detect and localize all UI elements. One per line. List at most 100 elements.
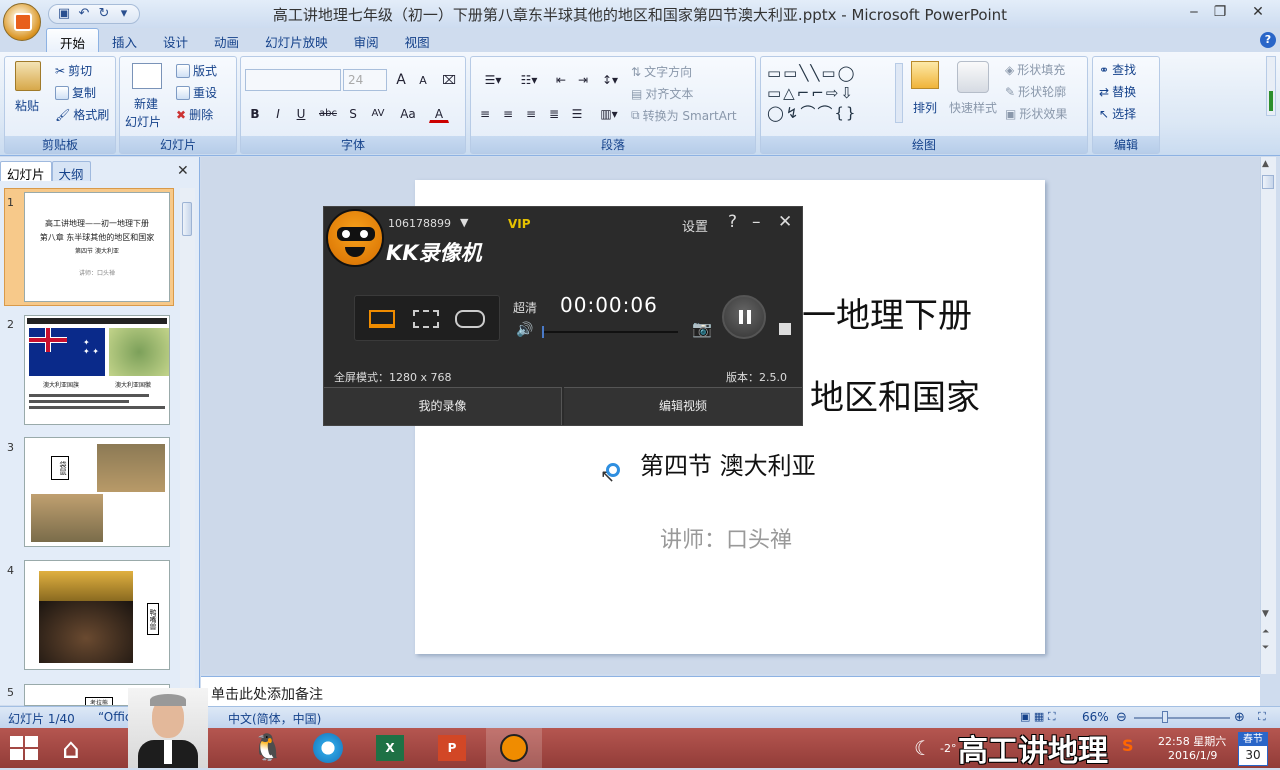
home-icon[interactable]: ⌂ <box>62 732 80 765</box>
powerpoint-taskbar-icon[interactable]: P <box>424 728 480 768</box>
thumbnail-scroll-thumb[interactable] <box>182 202 192 236</box>
copy-button[interactable]: 复制 <box>55 84 96 101</box>
font-size-combo[interactable]: 24 <box>343 69 387 91</box>
increase-indent-icon[interactable]: ⇥ <box>573 69 593 89</box>
calendar-widget[interactable]: 春节 30 <box>1238 732 1268 766</box>
align-text-button[interactable]: ▤ 对齐文本 <box>631 85 693 102</box>
slideshow-view-icon[interactable]: ⛶ <box>1048 710 1056 723</box>
save-icon[interactable]: ▣ <box>57 7 71 21</box>
underline-button[interactable]: U <box>291 103 311 123</box>
close-button[interactable]: ✕ <box>1240 2 1276 22</box>
kk-recorder-taskbar-icon[interactable] <box>486 728 542 768</box>
zoom-level[interactable]: 66% <box>1082 710 1109 724</box>
tab-view[interactable]: 视图 <box>392 28 443 52</box>
browser-taskbar-icon[interactable] <box>300 728 356 768</box>
shapes-gallery-icon[interactable]: ▭▭╲╲▭◯ ▭△⌐⌐⇨⇩ ◯↯⌒⌒{} <box>767 63 893 123</box>
font-name-combo[interactable] <box>245 69 341 91</box>
align-center-icon[interactable]: ≡ <box>498 103 518 123</box>
sogou-ime-icon[interactable]: S <box>1122 736 1134 755</box>
kk-settings-button[interactable]: 设置 <box>682 216 708 235</box>
cut-button[interactable]: ✂ 剪切 <box>55 62 92 79</box>
region-mode-icon[interactable] <box>413 310 439 328</box>
shape-fill-button[interactable]: ◈ 形状填充 <box>1005 61 1065 78</box>
layout-button[interactable]: 版式 <box>176 62 217 79</box>
prev-slide-icon[interactable]: ⏶ <box>1262 627 1269 637</box>
shapes-scroll[interactable] <box>895 63 903 123</box>
tab-slides[interactable]: 幻灯片 <box>0 161 52 182</box>
line-spacing-icon[interactable]: ↕▾ <box>595 69 625 89</box>
tab-review[interactable]: 审阅 <box>341 28 392 52</box>
scroll-down-icon[interactable]: ▼ <box>1262 609 1269 619</box>
arrange-button[interactable]: 排列 <box>913 99 937 116</box>
thumbnail-2[interactable]: ✦ ✦ ✦ 澳大利亚国旗 澳大利亚国徽 <box>24 315 170 425</box>
smartart-button[interactable]: ⧉ 转换为 SmartArt <box>631 107 737 124</box>
slide-scroll-thumb[interactable] <box>1262 175 1274 189</box>
zoom-in-icon[interactable]: ⊕ <box>1234 710 1245 725</box>
office-button[interactable] <box>3 3 41 41</box>
char-spacing-button[interactable]: AV <box>365 103 391 123</box>
zoom-slider-thumb[interactable] <box>1162 711 1168 723</box>
panel-close-icon[interactable]: ✕ <box>177 163 189 179</box>
clock-time[interactable]: 22:58 星期六 <box>1158 733 1226 749</box>
kk-recorder-window[interactable]: 106178899 ▼ VIP 设置 ? – ✕ KK录像机 超清 🔊 00:0… <box>323 206 803 426</box>
help-icon[interactable]: ? <box>1260 32 1276 48</box>
kk-user-dropdown-icon[interactable]: ▼ <box>460 216 468 229</box>
paste-icon[interactable] <box>15 61 41 91</box>
volume-slider[interactable] <box>542 326 678 338</box>
kk-quality[interactable]: 超清 <box>513 299 537 316</box>
format-painter-button[interactable]: 🖌 格式刷 <box>55 106 109 123</box>
find-button[interactable]: ⚭ 查找 <box>1099 61 1136 78</box>
replace-button[interactable]: ⇄ 替换 <box>1099 83 1136 100</box>
distributed-icon[interactable]: ☰ <box>567 103 587 123</box>
slide-subtitle[interactable]: 第四节 澳大利亚 <box>640 446 816 481</box>
minimize-button[interactable]: ‒ <box>1180 2 1208 22</box>
strikethrough-button[interactable]: abc <box>315 103 341 123</box>
italic-button[interactable]: I <box>268 103 288 123</box>
thumbnail-1[interactable]: 高工讲地理——初一地理下册 第八章 东半球其他的地区和国家 第四节 澳大利亚 讲… <box>24 192 170 302</box>
bold-button[interactable]: B <box>245 103 265 123</box>
qq-taskbar-icon[interactable]: 🐧 <box>240 728 296 768</box>
paste-button[interactable]: 粘贴 <box>15 97 39 114</box>
justify-icon[interactable]: ≣ <box>544 103 564 123</box>
grow-font-button[interactable]: A <box>391 69 411 89</box>
reset-button[interactable]: 重设 <box>176 84 217 101</box>
fullscreen-mode-icon[interactable] <box>369 310 395 328</box>
shape-outline-button[interactable]: ✎ 形状轮廓 <box>1005 83 1066 100</box>
arrange-icon[interactable] <box>911 61 939 89</box>
text-direction-button[interactable]: ⇅ 文字方向 <box>631 63 692 80</box>
notes-pane[interactable]: 单击此处添加备注 <box>201 676 1260 706</box>
slide-title-line1[interactable]: 一地理下册 <box>802 288 972 337</box>
tab-design[interactable]: 设计 <box>150 28 201 52</box>
redo-icon[interactable]: ↻ <box>97 7 111 21</box>
slide-lecturer[interactable]: 讲师：口头禅 <box>660 522 792 554</box>
normal-view-icon[interactable]: ▣ <box>1020 710 1030 723</box>
new-slide-icon[interactable] <box>132 63 162 89</box>
slide-title-line2[interactable]: 地区和国家 <box>810 370 980 419</box>
select-button[interactable]: ↖ 选择 <box>1099 105 1136 122</box>
ribbon-scroll-thumb[interactable] <box>1269 91 1273 111</box>
clock-date[interactable]: 2016/1/9 <box>1168 749 1217 762</box>
bullets-icon[interactable]: ☰▾ <box>475 69 511 89</box>
language[interactable]: 中文(简体，中国) <box>228 710 321 727</box>
align-left-icon[interactable]: ≡ <box>475 103 495 123</box>
thumbnail-4[interactable]: 鸭嘴兽 <box>24 560 170 670</box>
quick-styles-button[interactable]: 快速样式 <box>949 99 997 116</box>
sorter-view-icon[interactable]: ▦ <box>1034 710 1044 723</box>
shadow-button[interactable]: S <box>343 103 363 123</box>
delete-button[interactable]: ✖ 删除 <box>176 106 213 123</box>
undo-icon[interactable]: ↶ <box>77 7 91 21</box>
kk-help-button[interactable]: ? <box>728 212 737 232</box>
columns-icon[interactable]: ▥▾ <box>595 103 623 123</box>
theme-name[interactable]: “Offic <box>98 710 131 724</box>
scroll-up-icon[interactable]: ▲ <box>1262 159 1269 169</box>
zoom-slider[interactable] <box>1134 717 1230 719</box>
numbering-icon[interactable]: ☷▾ <box>511 69 547 89</box>
ribbon-scrollbar[interactable] <box>1266 56 1276 116</box>
tab-insert[interactable]: 插入 <box>99 28 150 52</box>
edit-video-button[interactable]: 编辑视频 <box>564 387 802 425</box>
quick-styles-icon[interactable] <box>957 61 989 93</box>
decrease-indent-icon[interactable]: ⇤ <box>551 69 571 89</box>
customize-qat-icon[interactable]: ▾ <box>117 7 131 21</box>
volume-icon[interactable]: 🔊 <box>516 322 533 338</box>
kk-close-button[interactable]: ✕ <box>778 212 792 232</box>
